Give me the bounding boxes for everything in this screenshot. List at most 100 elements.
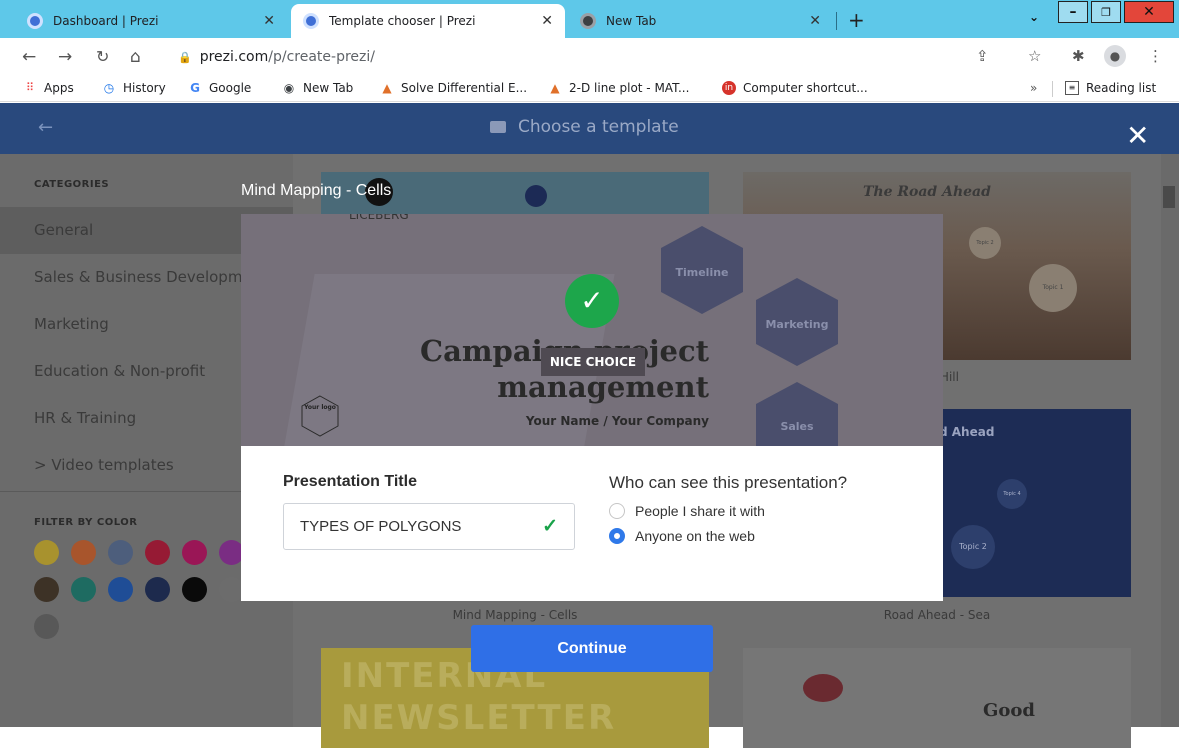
color-swatch[interactable] [34, 577, 59, 602]
bookmark-google[interactable]: G Google [188, 81, 251, 95]
valid-check-icon: ✓ [542, 516, 558, 537]
radio-selected-icon[interactable] [609, 528, 625, 544]
close-modal-icon[interactable]: ✕ [1126, 122, 1149, 150]
preview-cell-marketing: Marketing [765, 318, 829, 331]
preview-cell-timeline: Timeline [675, 266, 729, 279]
bookmark-star-icon[interactable]: ☆ [1028, 47, 1041, 65]
header-title-text: Choose a template [518, 117, 679, 137]
template-thumb-dot [525, 185, 547, 207]
newsletter-line2: NEWSLETTER [341, 698, 617, 738]
tab-dashboard[interactable]: Dashboard | Prezi ✕ [15, 4, 287, 38]
bookmark-history[interactable]: ◷ History [102, 81, 166, 95]
color-swatch[interactable] [182, 577, 207, 602]
presentation-title-value: TYPES OF POLYGONS [300, 518, 462, 535]
nice-choice-badge: NICE CHOICE [541, 348, 645, 376]
color-swatch[interactable] [34, 614, 59, 639]
bookmark-2d-line-plot[interactable]: ▲ 2-D line plot - MAT... [548, 81, 689, 95]
template-card-good[interactable]: Good [743, 648, 1131, 748]
matlab-icon: ▲ [550, 81, 560, 95]
modal-template-name: Mind Mapping - Cells [241, 182, 392, 199]
preview-cells-svg [301, 226, 838, 446]
presentation-icon [490, 121, 506, 133]
tab-title: New Tab [606, 14, 657, 28]
chrome-icon: ◉ [283, 81, 295, 95]
reload-icon[interactable]: ↻ [96, 47, 109, 66]
preview-logo-placeholder: Your logo [304, 404, 336, 411]
reading-list-button[interactable]: ≡ Reading list [1065, 81, 1156, 95]
bookmark-solve-differential[interactable]: ▲ Solve Differential E... [380, 81, 527, 95]
template-thumb-title: Good [983, 700, 1035, 721]
url-bar[interactable]: 🔒 prezi.com/p/create-prezi/ [170, 43, 940, 71]
tab-close-icon[interactable]: ✕ [263, 13, 275, 29]
browser-tab-strip: Dashboard | Prezi ✕ Template chooser | P… [0, 0, 1179, 38]
window-close-icon[interactable]: ✕ [1124, 1, 1174, 23]
bookmark-label: Apps [44, 81, 74, 95]
bookmarks-bar: ⠿ Apps ◷ History G Google ◉ New Tab ▲ Solve D… [0, 76, 1179, 102]
hill-topic-bubble: Topic 2 [969, 227, 1001, 259]
matlab-icon: ▲ [382, 81, 392, 95]
template-thumb-title: d Ahead [939, 425, 995, 439]
restore-icon[interactable]: ❐ [1091, 1, 1121, 23]
bookmark-label: Google [209, 81, 252, 95]
sea-topic-bubble: Topic 4 [997, 479, 1027, 509]
url-path: /p/create-prezi/ [268, 49, 375, 65]
tab-template-chooser[interactable]: Template chooser | Prezi ✕ [291, 4, 565, 38]
color-swatch[interactable] [71, 577, 96, 602]
hill-topic-bubble: Topic 1 [1029, 264, 1077, 312]
color-swatch[interactable] [108, 540, 133, 565]
bookmark-label: History [123, 81, 166, 95]
forward-arrow-icon[interactable]: → [58, 47, 72, 67]
color-swatch[interactable] [182, 540, 207, 565]
share-icon[interactable]: ⇪ [976, 47, 989, 65]
visibility-option-public[interactable]: Anyone on the web [609, 528, 755, 544]
visibility-option-label: People I share it with [635, 503, 765, 519]
tab-new-tab[interactable]: New Tab ✕ [568, 4, 833, 38]
extensions-puzzle-icon[interactable]: ✱ [1072, 47, 1085, 65]
template-thumb-badge [803, 674, 843, 702]
menu-kebab-icon[interactable]: ⋮ [1148, 47, 1163, 65]
tab-close-icon[interactable]: ✕ [541, 13, 553, 29]
visibility-option-shared[interactable]: People I share it with [609, 503, 765, 519]
template-label-sea: Road Ahead - Sea [883, 608, 991, 622]
visibility-label: Who can see this presentation? [609, 473, 848, 492]
color-swatch[interactable] [71, 540, 96, 565]
back-arrow-icon[interactable]: ← [22, 47, 36, 67]
address-toolbar: ← → ↻ ⌂ 🔒 prezi.com/p/create-prezi/ ⇪ ☆ … [0, 38, 1179, 76]
bookmark-apps[interactable]: ⠿ Apps [23, 81, 74, 95]
radio-unselected-icon[interactable] [609, 503, 625, 519]
bookmark-new-tab[interactable]: ◉ New Tab [282, 81, 354, 95]
visibility-option-label: Anyone on the web [635, 528, 755, 544]
categories-heading: CATEGORIES [34, 179, 110, 190]
continue-button[interactable]: Continue [471, 625, 713, 672]
presentation-title-input[interactable]: TYPES OF POLYGONS ✓ [283, 503, 575, 550]
new-tab-plus-icon[interactable]: + [848, 8, 865, 32]
color-swatch[interactable] [145, 540, 170, 565]
bookmarks-overflow-icon[interactable]: » [1030, 81, 1037, 95]
template-chooser-header: ← Choose a template [0, 103, 1179, 154]
bookmark-label: Computer shortcut... [743, 81, 868, 95]
tab-close-icon[interactable]: ✕ [809, 13, 821, 29]
reading-list-label: Reading list [1086, 81, 1157, 95]
bookmark-label: New Tab [303, 81, 354, 95]
bookmark-label: 2-D line plot - MAT... [569, 81, 690, 95]
google-icon: G [190, 81, 200, 95]
scrollbar-thumb[interactable] [1163, 186, 1175, 208]
prezi-favicon-icon [27, 13, 43, 29]
minimize-icon[interactable]: – [1058, 1, 1088, 23]
bookmark-computer-shortcut[interactable]: in Computer shortcut... [722, 81, 868, 95]
page-scrollbar[interactable] [1161, 154, 1179, 727]
color-swatch[interactable] [145, 577, 170, 602]
tab-separator [836, 12, 837, 30]
home-icon[interactable]: ⌂ [130, 47, 141, 67]
color-swatch[interactable] [108, 577, 133, 602]
preview-cell-sales: Sales [780, 420, 814, 433]
tab-search-chevron-icon[interactable]: ⌄ [1022, 4, 1046, 30]
apps-grid-icon: ⠿ [25, 81, 35, 94]
template-preview: LICEBERG Timeline Marketing Sales Your l… [241, 214, 943, 446]
profile-avatar-icon[interactable]: ● [1104, 45, 1126, 67]
color-swatch[interactable] [34, 540, 59, 565]
back-arrow-icon[interactable]: ← [38, 117, 53, 138]
bookmark-label: Solve Differential E... [401, 81, 528, 95]
success-check-icon: ✓ [565, 274, 619, 328]
header-title: Choose a template [490, 117, 679, 137]
